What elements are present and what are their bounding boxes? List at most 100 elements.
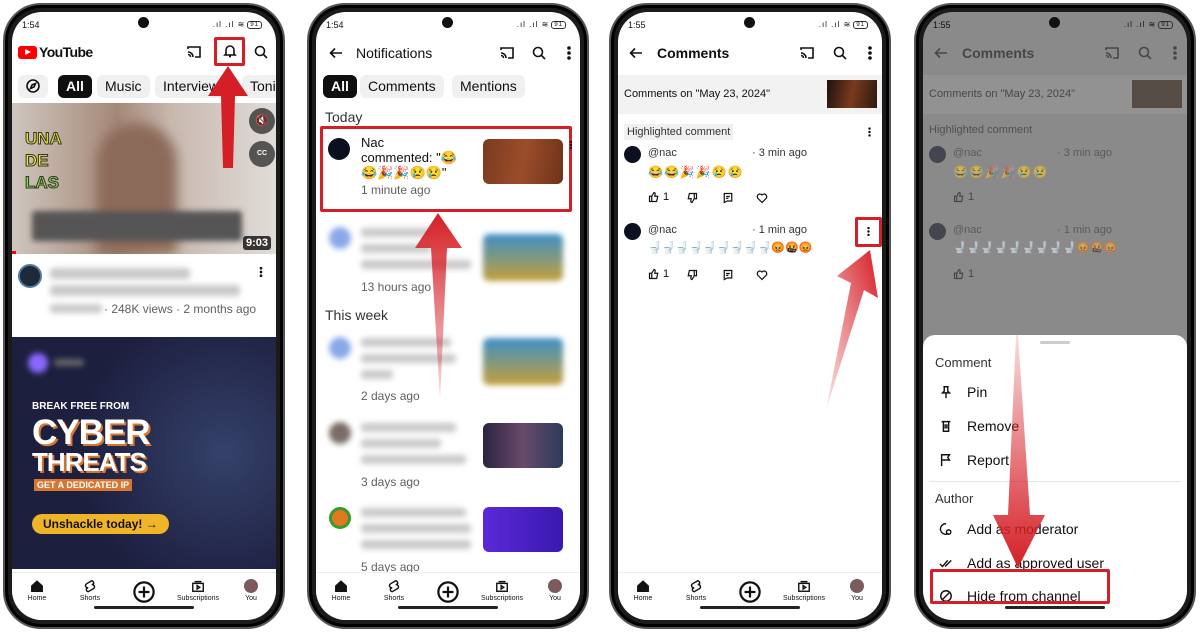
home-indicator: [700, 606, 800, 609]
comment-menu-screen: 1:55 .ıl .ıl ≋ 91 Comments Comments on "M…: [923, 12, 1187, 620]
phone-frame-notifications: 1:54 .ıl .ıl ≋ 91 Notifications All Comme…: [307, 3, 589, 629]
comment-author[interactable]: @nac: [648, 147, 677, 159]
dislike-icon[interactable]: [686, 192, 698, 204]
status-icons: .ıl .ıl ≋ 91: [213, 20, 262, 29]
menu-add-moderator[interactable]: Add as moderator: [923, 514, 1187, 544]
heart-icon[interactable]: [756, 269, 768, 281]
phone-frame-comment-menu: 1:55 .ıl .ıl ≋ 91 Comments Comments on "M…: [914, 3, 1196, 629]
youtube-logo[interactable]: YouTube: [18, 44, 93, 60]
comment-time: · 3 min ago: [1057, 147, 1113, 159]
shorts-icon: [689, 579, 703, 593]
video-overlay-text: UNA DE LAS: [25, 129, 63, 193]
video-thumbnail[interactable]: UNA DE LAS 🔇 CC 9:03: [12, 103, 276, 254]
search-icon: [1137, 45, 1153, 61]
channel-avatar[interactable]: [18, 264, 42, 288]
search-icon[interactable]: [832, 45, 848, 61]
nav-subscriptions[interactable]: Subscriptions: [778, 579, 830, 602]
chip-music[interactable]: Music: [97, 75, 150, 98]
heart-icon[interactable]: [756, 192, 768, 204]
reply-icon[interactable]: [722, 269, 734, 281]
notification-nac[interactable]: Nac commented: "😂 😂🎉🎉😢😢" 1 minute ago: [322, 129, 568, 209]
reply-icon[interactable]: [722, 192, 734, 204]
ad-line1: BREAK FREE FROM: [32, 401, 130, 412]
nav-create[interactable]: [119, 581, 169, 605]
menu-report[interactable]: Report: [923, 445, 1187, 475]
chip-interviews[interactable]: Interviews: [155, 75, 235, 98]
comments-screen: 1:55 .ıl .ıl ≋ 91 Comments Comments on "M…: [618, 12, 882, 620]
ad-banner[interactable]: BREAK FREE FROM CYBER THREATS GET A DEDI…: [12, 337, 276, 569]
notification-time: 13 hours ago: [361, 280, 432, 294]
more-icon[interactable]: [566, 139, 576, 151]
search-icon[interactable]: [531, 45, 547, 61]
nav-subscriptions[interactable]: Subscriptions: [172, 579, 224, 602]
blurred-text: [361, 540, 471, 549]
nav-shorts[interactable]: Shorts: [369, 579, 419, 602]
nav-home[interactable]: Home: [618, 579, 668, 602]
phone-frame-comments: 1:55 .ıl .ıl ≋ 91 Comments Comments on "M…: [609, 3, 891, 629]
advertiser-logo: [28, 353, 48, 373]
chip-all[interactable]: All: [58, 75, 92, 98]
explore-chip[interactable]: [18, 75, 48, 98]
back-icon[interactable]: [628, 45, 644, 61]
captions-icon[interactable]: CC: [249, 141, 275, 167]
bell-icon[interactable]: [222, 43, 238, 59]
back-icon[interactable]: [328, 45, 344, 61]
menu-pin[interactable]: Pin: [923, 377, 1187, 407]
comment-author[interactable]: @nac: [648, 224, 677, 236]
video-meta: · 248K views · 2 months ago: [104, 302, 257, 316]
more-icon[interactable]: [864, 126, 875, 138]
page-title: Comments: [657, 45, 730, 61]
comment-more-icon[interactable]: [863, 225, 874, 238]
like-button[interactable]: 1: [648, 191, 669, 203]
home-indicator: [1005, 606, 1105, 609]
channel-name-blurred: [50, 304, 102, 313]
nav-home[interactable]: Home: [316, 579, 366, 602]
nav-you[interactable]: You: [226, 579, 276, 602]
comments-on-bar[interactable]: Comments on "May 23, 2024": [618, 75, 882, 114]
cast-icon[interactable]: [186, 44, 202, 60]
notification-item[interactable]: 5 days ago: [316, 502, 580, 577]
nav-you[interactable]: You: [530, 579, 580, 602]
blurred-text: [361, 354, 456, 363]
nav-create[interactable]: [423, 581, 473, 605]
nav-home[interactable]: Home: [12, 579, 62, 602]
avatar: [929, 146, 946, 163]
nav-create[interactable]: [725, 581, 775, 605]
comment-time: · 3 min ago: [752, 147, 808, 159]
blurred-text: [361, 455, 466, 464]
cast-icon[interactable]: [499, 45, 515, 61]
status-time: 1:55: [933, 20, 951, 30]
cast-icon[interactable]: [799, 45, 815, 61]
nav-you[interactable]: You: [832, 579, 882, 602]
nav-shorts[interactable]: Shorts: [65, 579, 115, 602]
dislike-icon[interactable]: [686, 269, 698, 281]
nav-subscriptions[interactable]: Subscriptions: [476, 579, 528, 602]
more-icon[interactable]: [862, 45, 878, 61]
chip-toni[interactable]: Toni: [242, 75, 276, 98]
notification-text: Nac commented: "😂 😂🎉🎉😢😢": [361, 135, 457, 180]
like-button[interactable]: 1: [648, 268, 669, 280]
nav-shorts[interactable]: Shorts: [671, 579, 721, 602]
mute-icon[interactable]: 🔇: [249, 108, 275, 134]
like-button: 1: [953, 191, 974, 203]
home-icon: [30, 579, 44, 593]
notification-item[interactable]: 13 hours ago: [316, 222, 580, 297]
battery-icon: 91: [853, 20, 868, 29]
ad-cta-button[interactable]: Unshackle today! →: [32, 514, 169, 534]
menu-remove[interactable]: Remove: [923, 411, 1187, 441]
more-icon[interactable]: [561, 45, 577, 61]
search-icon[interactable]: [253, 44, 269, 60]
sheet-handle[interactable]: [1040, 341, 1070, 344]
more-icon[interactable]: [255, 266, 267, 278]
battery-icon: 91: [247, 20, 262, 29]
page-title: Comments: [962, 45, 1035, 61]
notification-item[interactable]: 2 days ago: [316, 332, 580, 407]
chip-mentions[interactable]: Mentions: [452, 75, 525, 98]
video-thumbnail: [1132, 80, 1182, 108]
highlighted-label: Highlighted comment: [929, 124, 1033, 136]
notification-item[interactable]: 3 days ago: [316, 417, 580, 492]
blurred-text: [361, 423, 456, 432]
chip-all[interactable]: All: [323, 75, 357, 98]
chip-comments[interactable]: Comments: [360, 75, 444, 98]
compass-icon: [25, 78, 41, 94]
